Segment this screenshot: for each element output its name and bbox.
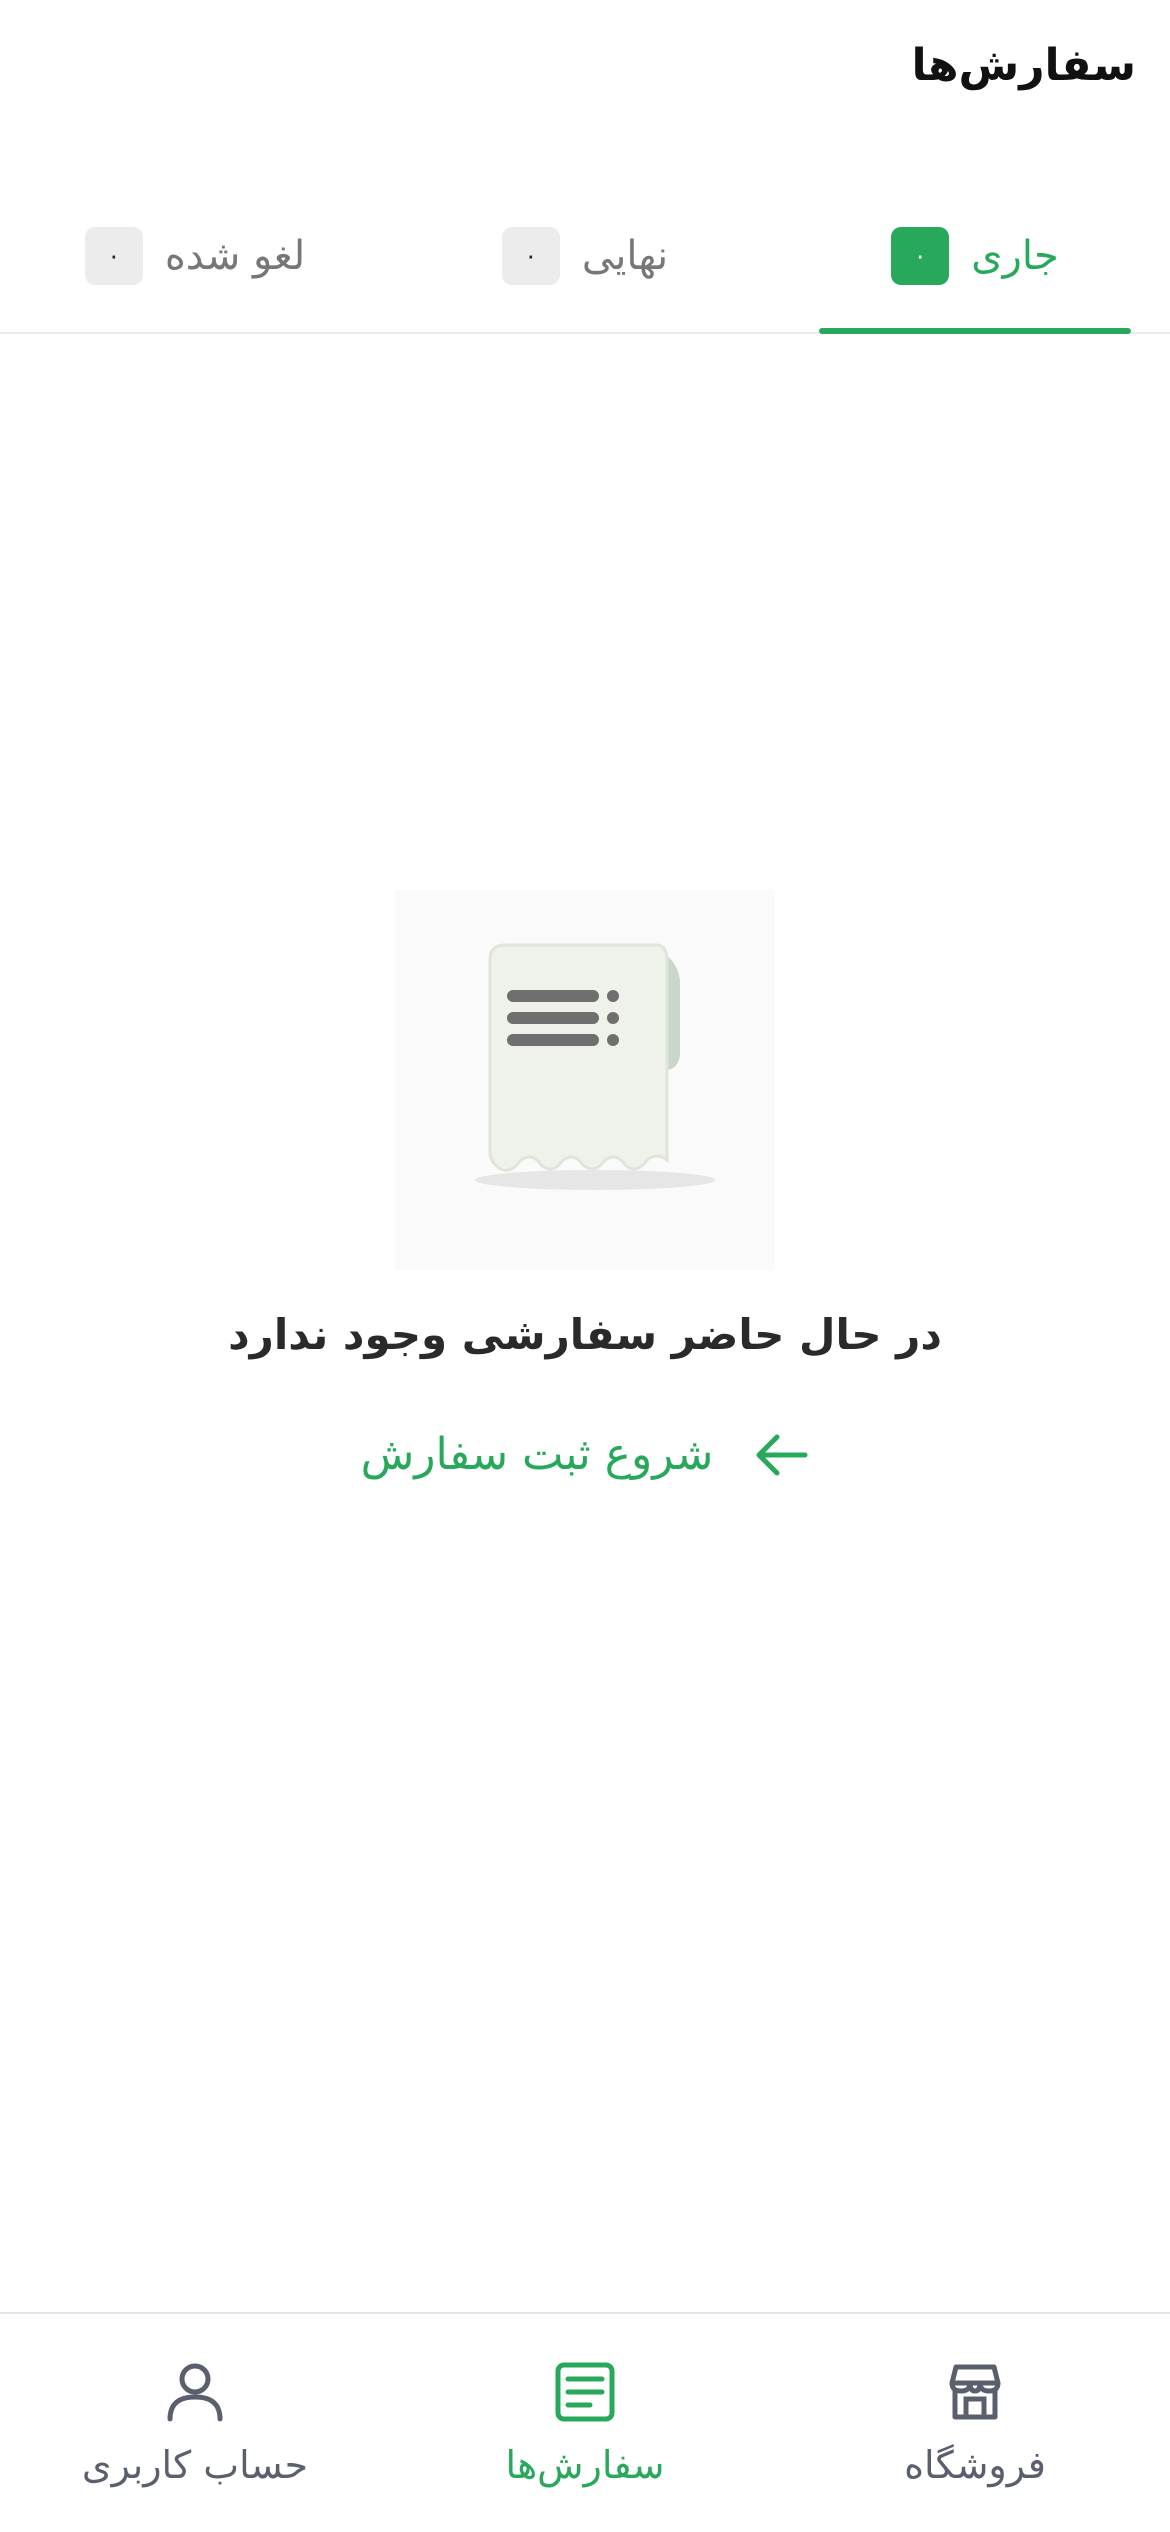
empty-message: در حال حاضر سفارشی وجود ندارد [228,1310,942,1359]
tab-current-count-badge: ۰ [891,227,950,285]
tab-current[interactable]: جاری ۰ [780,180,1170,334]
nav-item-orders[interactable]: سفارش‌ها [390,2314,780,2532]
tab-final-count-badge: ۰ [501,227,560,285]
tab-cancelled-label: لغو شده [164,233,306,279]
bottom-navigation: فروشگاه سفارش‌ها حساب کاربری [0,2312,1170,2532]
empty-state: در حال حاضر سفارشی وجود ندارد شروع ثبت س… [0,890,1170,1481]
app-header: سفارش‌ها [0,0,1170,150]
nav-label-store: فروشگاه [904,2443,1046,2487]
nav-item-store[interactable]: فروشگاه [780,2314,1170,2532]
arrow-left-icon [756,1434,808,1475]
orders-icon [555,2362,615,2422]
nav-item-account[interactable]: حساب کاربری [0,2314,390,2532]
tab-cancelled-count-badge: ۰ [84,227,143,285]
user-icon [167,2363,223,2422]
start-order-label: شروع ثبت سفارش [360,1429,714,1480]
tab-cancelled[interactable]: لغو شده ۰ [0,180,390,332]
store-icon [949,2364,1001,2420]
tab-current-label: جاری [971,233,1059,279]
active-tab-indicator [819,328,1131,334]
nav-label-account: حساب کاربری [81,2443,309,2487]
tab-final[interactable]: نهایی ۰ [390,180,780,332]
nav-label-orders: سفارش‌ها [505,2443,665,2487]
page-title: سفارش‌ها [911,40,1136,91]
receipt-icon [395,890,775,1270]
order-status-tabs: جاری ۰ نهایی ۰ لغو شده ۰ [0,180,1170,334]
start-order-button[interactable]: شروع ثبت سفارش [361,1429,810,1480]
tab-final-label: نهایی [581,233,669,279]
